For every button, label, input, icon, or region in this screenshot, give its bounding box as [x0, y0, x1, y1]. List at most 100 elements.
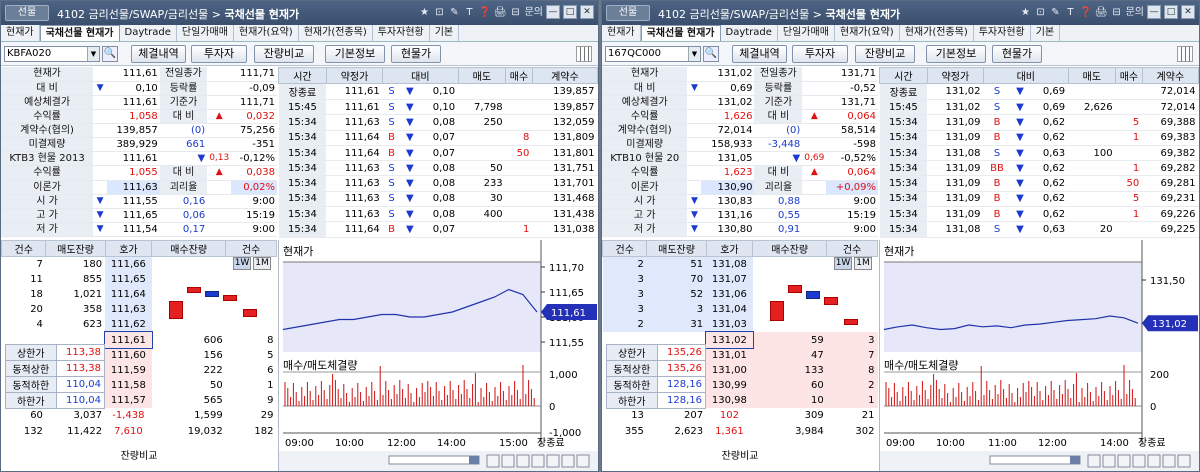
title-icons: ★ ⊡ ✎ T ❓ 🖨 ⊟ 문의 — □ ✕ [418, 5, 594, 20]
minimize-button[interactable]: — [1147, 5, 1161, 19]
tab-4[interactable]: 현재가(요약) [234, 25, 299, 41]
toolbar-button-0[interactable]: 체결내역 [131, 45, 186, 63]
tick-header: 대비 [382, 67, 459, 84]
month-tab[interactable]: 1M [854, 257, 872, 270]
close-button[interactable]: ✕ [1181, 5, 1195, 19]
tab-5[interactable]: 현재가(전종목) [299, 25, 373, 41]
maximize-button[interactable]: □ [563, 5, 577, 19]
tick-row: 장종료 111,61 S ▼ 0,10 139,857 [278, 83, 598, 100]
help-icon[interactable]: ❓ [1079, 5, 1091, 20]
print-icon[interactable]: 🖨 [494, 5, 507, 20]
tick-row: 15:34 131,09 BB ▼ 0,62 1 69,282 [879, 160, 1199, 177]
toolbar-button-0[interactable]: 체결내역 [732, 45, 787, 63]
chevron-down-icon[interactable]: ▼ [688, 47, 700, 61]
grid-icon[interactable] [576, 46, 592, 62]
code-input[interactable]: KBFA020 ▼ [4, 46, 100, 62]
chart-tool-icon [1117, 454, 1131, 468]
inquiry-button[interactable]: 문의 [525, 5, 543, 20]
text-icon[interactable]: T [463, 5, 475, 20]
y-tick-label: 111,55 [549, 338, 584, 349]
tab-6[interactable]: 투자자현황 [373, 25, 430, 41]
info-row: 수익률 1,058 대 비 ▲ 0,032 [1, 109, 277, 125]
month-tab[interactable]: 1M [253, 257, 271, 270]
limit-row: 동적상한 135,26 [606, 360, 707, 377]
toolbar-button-2[interactable]: 잔량비교 [855, 45, 915, 63]
week-tab[interactable]: 1W [834, 257, 852, 270]
week-tab[interactable]: 1W [233, 257, 251, 270]
info-row: 계약수(협의) 139,857 (0) 75,256 [1, 123, 277, 139]
inquiry-button[interactable]: 문의 [1126, 5, 1144, 20]
tick-row: 15:34 131,09 B ▼ 0,62 1 69,226 [879, 206, 1199, 223]
info-row: 저 가 ▼ 111,54 0,17 9:00 [1, 222, 277, 238]
tab-0[interactable]: 현재가 [602, 25, 641, 41]
info-row: 수익률 1,623 대 비 ▲ 0,064 [602, 165, 878, 181]
balance-compare-label[interactable]: 잔량비교 [602, 447, 878, 465]
orderbook-total-row: 13 207 102 309 21 [631, 410, 875, 422]
toolbar-button-1[interactable]: 투자자 [792, 45, 848, 63]
link-icon[interactable]: ⊡ [433, 5, 445, 20]
tab-3[interactable]: 단일가매매 [177, 25, 234, 41]
info-row: 수익률 1,626 대 비 ▲ 0,064 [602, 109, 878, 125]
info-row: 미결제량 158,933 -3,448 -598 [602, 137, 878, 153]
info-row: KTB3 현물 2013 111,61 ▼ 0,13 -0,12% [1, 151, 277, 167]
help-icon[interactable]: ❓ [478, 5, 490, 20]
orderbook-header: 매도잔량 [646, 240, 707, 257]
tick-header: 대비 [983, 67, 1069, 84]
title-icons: ★ ⊡ ✎ T ❓ 🖨 ⊟ 문의 — □ ✕ [1019, 5, 1195, 20]
tick-header: 매도 [1067, 67, 1117, 84]
tab-7[interactable]: 기본 [430, 25, 460, 41]
edit-icon[interactable]: ✎ [1049, 5, 1061, 20]
tick-row: 15:34 111,63 S ▼ 0,08 400 131,438 [278, 206, 598, 223]
toolbar-button-3[interactable]: 기본정보 [325, 45, 385, 63]
print-icon[interactable]: 🖨 [1095, 5, 1108, 20]
favorite-icon[interactable]: ★ [1019, 5, 1031, 20]
link-icon[interactable]: ⊡ [1034, 5, 1046, 20]
code-input[interactable]: 167QC000 ▼ [605, 46, 701, 62]
search-icon[interactable]: 🔍 [102, 46, 118, 62]
close-button[interactable]: ✕ [580, 5, 594, 19]
tick-header: 매수 [1115, 67, 1143, 84]
tab-2[interactable]: Daytrade [721, 25, 778, 41]
info-row: 미결제량 389,929 661 -351 [1, 137, 277, 153]
tab-3[interactable]: 단일가매매 [778, 25, 835, 41]
x-tick-label: 12:00 [1038, 438, 1067, 449]
balance-compare-label[interactable]: 잔량비교 [1, 447, 277, 465]
toolbar-button-1[interactable]: 투자자 [191, 45, 247, 63]
text-icon[interactable]: T [1064, 5, 1076, 20]
toolbar-button-3[interactable]: 기본정보 [926, 45, 986, 63]
toolbar-button-4[interactable]: 현물가 [992, 45, 1042, 63]
tab-4[interactable]: 현재가(요약) [835, 25, 900, 41]
favorite-icon[interactable]: ★ [418, 5, 430, 20]
toolbar-button-4[interactable]: 현물가 [391, 45, 441, 63]
layout-icon[interactable]: ⊟ [1111, 5, 1123, 20]
minimize-button[interactable]: — [546, 5, 560, 19]
x-tick-label: 장종료 [537, 437, 565, 449]
tab-1[interactable]: 국채선물 현재가 [39, 25, 120, 41]
tab-2[interactable]: Daytrade [120, 25, 177, 41]
candle-mark [770, 301, 784, 321]
tab-7[interactable]: 기본 [1031, 25, 1061, 41]
volume-title: 매수/매도체결량 [884, 359, 959, 372]
edit-icon[interactable]: ✎ [448, 5, 460, 20]
tick-header: 계약수 [1141, 67, 1199, 84]
tab-0[interactable]: 현재가 [1, 25, 40, 41]
info-row: 현재가 131,02 전일종가 131,71 [602, 67, 878, 82]
maximize-button[interactable]: □ [1164, 5, 1178, 19]
info-row: 저 가 ▼ 130,80 0,91 9:00 [602, 222, 878, 238]
layout-icon[interactable]: ⊟ [510, 5, 522, 20]
grid-icon[interactable] [1177, 46, 1193, 62]
tab-1[interactable]: 국채선물 현재가 [640, 25, 721, 41]
tab-5[interactable]: 현재가(전종목) [900, 25, 974, 41]
price-chart: 131,50 131,02 200 0 09:00 10:00 11:00 12:00 14:0… [879, 240, 1199, 471]
tick-header: 시간 [278, 67, 327, 84]
tick-row: 15:34 111,63 S ▼ 0,08 233 131,701 [278, 175, 598, 192]
search-icon[interactable]: 🔍 [703, 46, 719, 62]
tick-header: 약정가 [926, 67, 985, 84]
x-tick-label: 14:00 [1100, 438, 1129, 449]
ask-row: 4 623 111,62 [2, 317, 277, 333]
tick-row: 15:34 111,63 S ▼ 0,08 250 132,059 [278, 114, 598, 131]
toolbar-button-2[interactable]: 잔량비교 [254, 45, 314, 63]
chevron-down-icon[interactable]: ▼ [87, 47, 99, 61]
tab-6[interactable]: 투자자현황 [974, 25, 1031, 41]
chart-tool-icon [1102, 454, 1116, 468]
